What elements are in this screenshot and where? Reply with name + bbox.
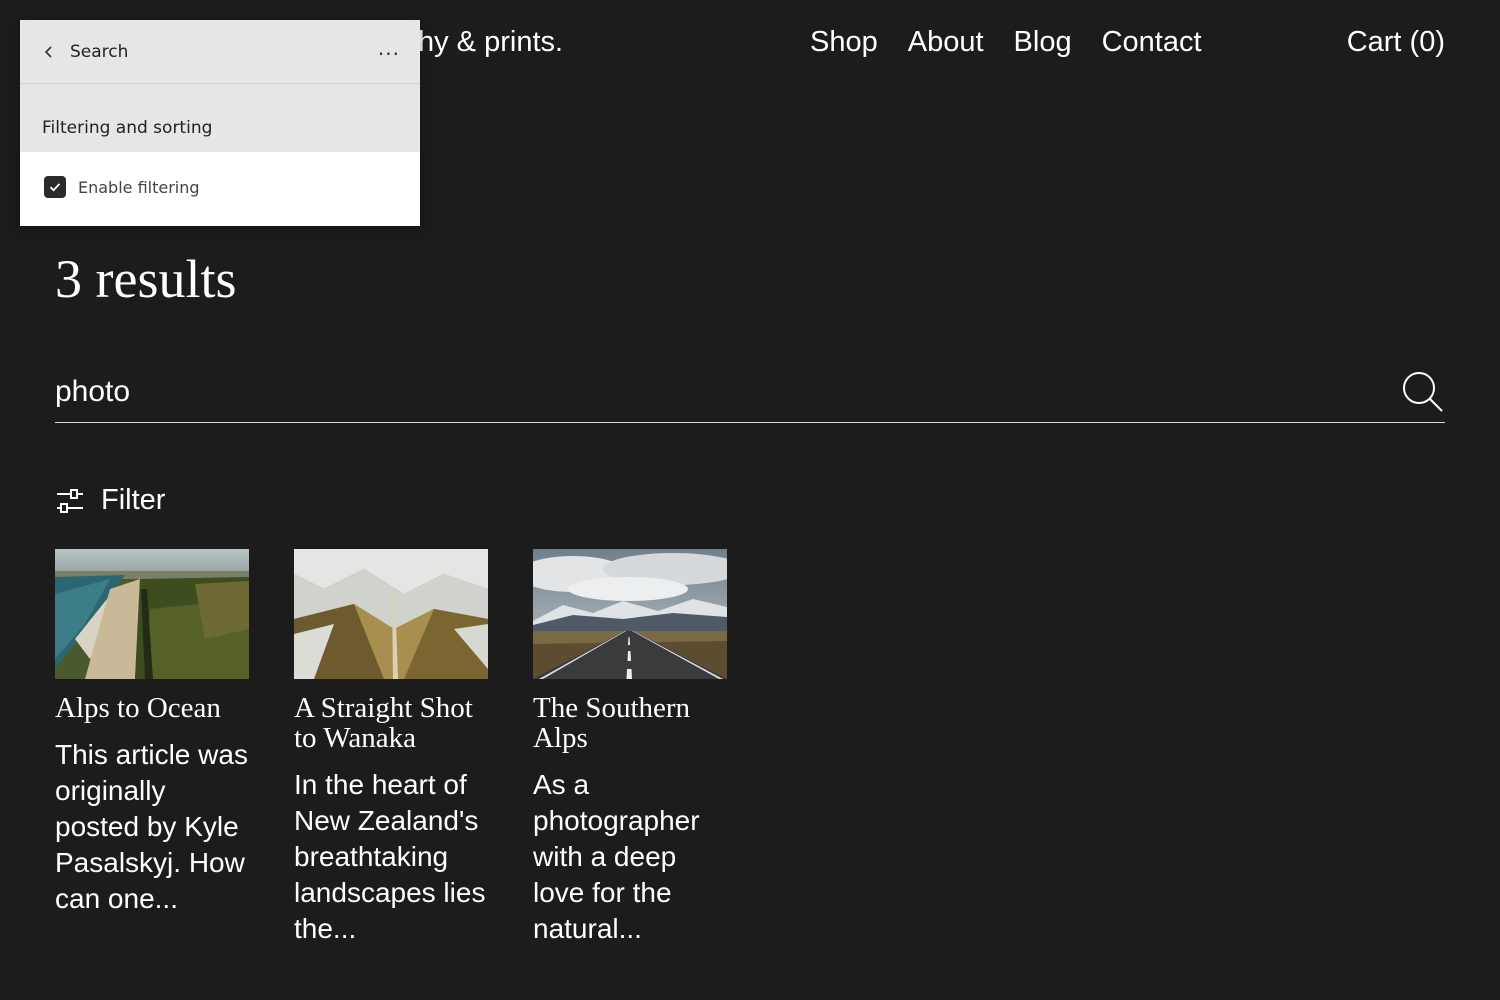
filter-sliders-icon — [57, 488, 83, 513]
result-excerpt: As a photographer with a deep love for t… — [533, 769, 700, 944]
search-icon[interactable] — [1401, 370, 1445, 414]
search-results-page: hy & prints. Shop About Blog Contact Car… — [0, 0, 1500, 1000]
nav-link-about[interactable]: About — [908, 26, 984, 59]
result-title[interactable]: A Straight Shot to Wanaka — [294, 693, 488, 753]
enable-filtering-option: Enable filtering — [20, 152, 420, 198]
site-tagline: hy & prints. — [418, 26, 564, 58]
result-thumbnail-coast[interactable] — [55, 549, 249, 679]
enable-filtering-label: Enable filtering — [78, 177, 200, 197]
panel-section-title: Filtering and sorting — [20, 84, 420, 152]
cart-link[interactable]: Cart (0) — [1347, 26, 1445, 59]
filter-button-label: Filter — [101, 484, 166, 516]
main-nav: Shop About Blog Contact — [810, 26, 1202, 59]
checkmark-icon — [49, 183, 61, 192]
result-title[interactable]: The Southern Alps — [533, 693, 727, 753]
panel-header: Search ... — [20, 20, 420, 84]
back-button-label: Search — [70, 41, 129, 62]
search-bar — [55, 368, 1445, 423]
result-title[interactable]: Alps to Ocean — [55, 693, 249, 723]
result-card[interactable]: Alps to Ocean This article was originall… — [55, 549, 249, 947]
result-thumbnail-road[interactable] — [533, 549, 727, 679]
chevron-left-icon — [44, 45, 52, 58]
result-card[interactable]: A Straight Shot to Wanaka In the heart o… — [294, 549, 488, 947]
enable-filtering-checkbox[interactable] — [44, 176, 66, 198]
results-count-heading: 3 results — [55, 249, 237, 309]
nav-link-shop[interactable]: Shop — [810, 26, 878, 59]
nav-link-blog[interactable]: Blog — [1014, 26, 1072, 59]
result-thumbnail-mountains[interactable] — [294, 549, 488, 679]
nav-link-contact[interactable]: Contact — [1102, 26, 1202, 59]
search-input[interactable] — [55, 375, 1401, 415]
editor-settings-panel: Search ... Filtering and sorting Enable … — [20, 20, 420, 226]
result-excerpt: In the heart of New Zealand's breathtaki… — [294, 769, 486, 944]
filter-button[interactable]: Filter — [55, 484, 165, 517]
result-card[interactable]: The Southern Alps As a photographer with… — [533, 549, 727, 947]
back-button[interactable]: Search — [42, 42, 128, 62]
result-excerpt: This article was originally posted by Ky… — [55, 739, 248, 914]
results-grid: Alps to Ocean This article was originall… — [55, 549, 727, 947]
more-options-button[interactable]: ... — [378, 38, 400, 66]
